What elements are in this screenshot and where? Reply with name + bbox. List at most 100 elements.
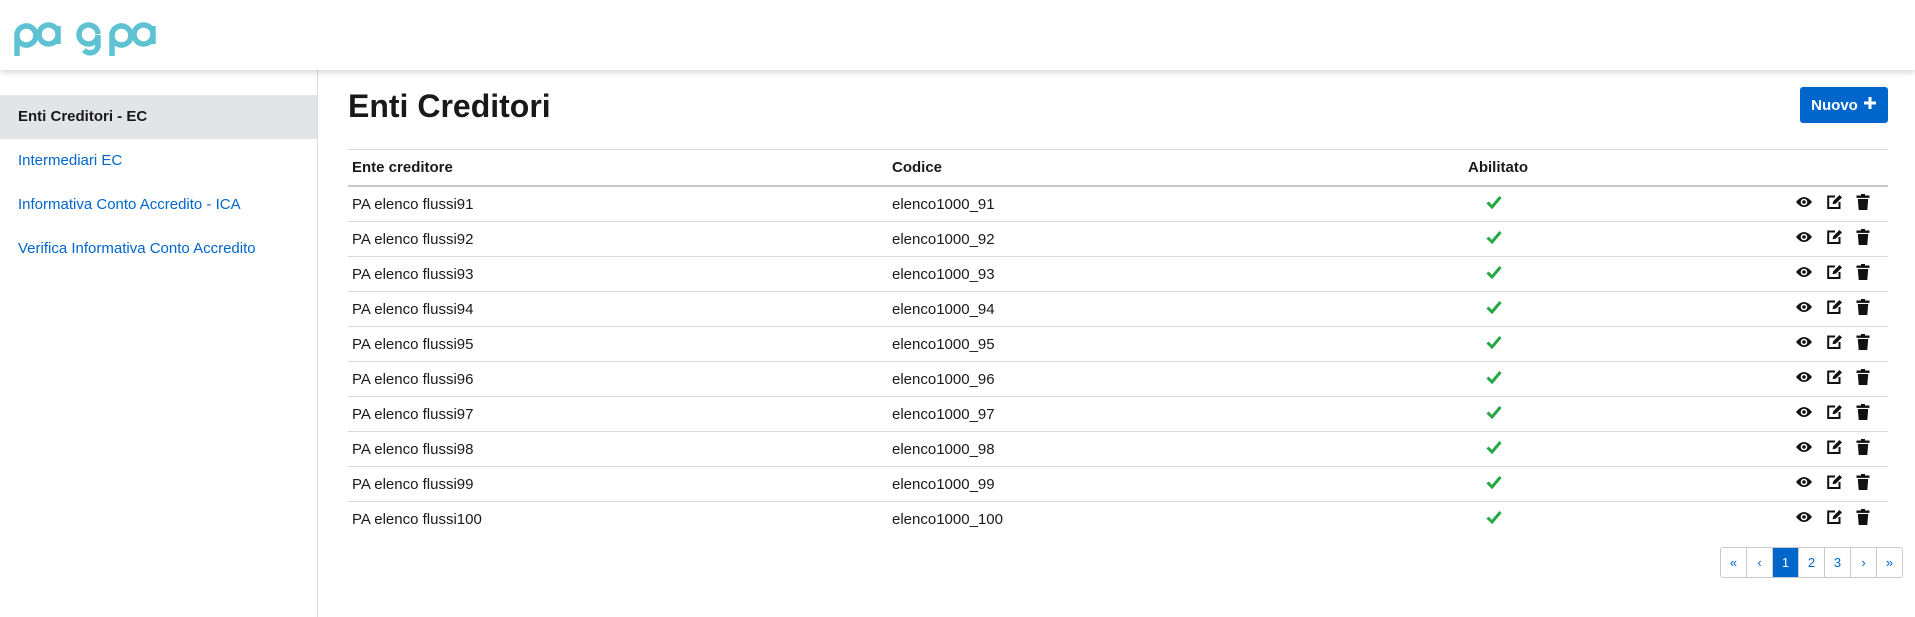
row-actions (1562, 466, 1888, 502)
edit-icon[interactable] (1826, 334, 1843, 354)
check-icon (1486, 476, 1502, 493)
trash-icon[interactable] (1856, 334, 1870, 354)
column-header-codice[interactable]: Codice (888, 149, 1468, 187)
ente-creditore-cell: PA elenco flussi98 (348, 431, 888, 467)
check-icon (1486, 511, 1502, 528)
page-first[interactable]: « (1721, 548, 1747, 577)
table-row: PA elenco flussi95 elenco1000_95 (348, 326, 1888, 362)
trash-icon[interactable] (1856, 474, 1870, 494)
eye-icon[interactable] (1795, 300, 1813, 318)
trash-icon[interactable] (1856, 229, 1870, 249)
pagination: «‹ 1 2 3 ›» (1720, 547, 1903, 578)
new-button[interactable]: Nuovo (1800, 87, 1888, 123)
table-row: PA elenco flussi99 elenco1000_99 (348, 466, 1888, 502)
abilitato-cell (1468, 256, 1562, 292)
trash-icon[interactable] (1856, 509, 1870, 529)
table-row: PA elenco flussi93 elenco1000_93 (348, 256, 1888, 292)
check-icon (1486, 371, 1502, 388)
column-header-abilitato[interactable]: Abilitato (1468, 149, 1562, 187)
abilitato-cell (1468, 186, 1562, 222)
page-last[interactable]: » (1877, 548, 1902, 577)
row-actions (1562, 256, 1888, 292)
check-icon (1486, 336, 1502, 353)
edit-icon[interactable] (1826, 404, 1843, 424)
eye-icon[interactable] (1795, 195, 1813, 213)
codice-cell: elenco1000_100 (892, 510, 1003, 528)
edit-icon[interactable] (1826, 194, 1843, 214)
row-actions (1562, 502, 1888, 537)
codice-cell: elenco1000_98 (888, 431, 1468, 467)
abilitato-cell (1468, 466, 1562, 502)
ente-creditore-cell: PA elenco flussi94 (348, 291, 888, 327)
table-row: PA elenco flussi91 elenco1000_91 (348, 186, 1888, 222)
ente-creditore-cell: PA elenco flussi92 (348, 221, 888, 257)
table-row: PA elenco flussi97 elenco1000_97 (348, 396, 1888, 432)
edit-icon[interactable] (1826, 474, 1843, 494)
abilitato-cell (1468, 291, 1562, 327)
codice-cell: elenco1000_99 (888, 466, 1468, 502)
trash-icon[interactable] (1856, 439, 1870, 459)
eye-icon[interactable] (1795, 335, 1813, 353)
edit-icon[interactable] (1826, 439, 1843, 459)
codice-cell: elenco1000_94 (888, 291, 1468, 327)
table-row: PA elenco flussi98 elenco1000_98 (348, 431, 1888, 467)
trash-icon[interactable] (1856, 299, 1870, 319)
page-1[interactable]: 1 (1773, 548, 1799, 577)
edit-icon[interactable] (1826, 264, 1843, 284)
eye-icon[interactable] (1795, 370, 1813, 388)
abilitato-cell (1468, 431, 1562, 467)
row-actions (1562, 186, 1888, 222)
sidebar-item-intermediari[interactable]: Intermediari EC (0, 139, 317, 183)
table-row: PA elenco flussi94 elenco1000_94 (348, 291, 1888, 327)
eye-icon[interactable] (1795, 230, 1813, 248)
trash-icon[interactable] (1856, 264, 1870, 284)
trash-icon[interactable] (1856, 404, 1870, 424)
eye-icon[interactable] (1795, 475, 1813, 493)
ente-creditore-cell: PA elenco flussi99 (348, 466, 888, 502)
table-row: PA elenco flussi96 elenco1000_96 (348, 361, 1888, 397)
row-actions (1562, 326, 1888, 362)
row-actions (1562, 221, 1888, 257)
page-2[interactable]: 2 (1799, 548, 1825, 577)
codice-cell: elenco1000_97 (888, 396, 1468, 432)
ente-creditore-cell: PA elenco flussi100 (352, 510, 482, 528)
new-button-label: Nuovo (1811, 96, 1858, 114)
abilitato-cell (1468, 326, 1562, 362)
column-header-ente-creditore[interactable]: Ente creditore (348, 149, 888, 187)
check-icon (1486, 196, 1502, 213)
check-icon (1486, 266, 1502, 283)
eye-icon[interactable] (1795, 265, 1813, 283)
trash-icon[interactable] (1856, 369, 1870, 389)
ente-creditore-cell: PA elenco flussi93 (348, 256, 888, 292)
page-title: Enti Creditori (348, 88, 551, 124)
page-next[interactable]: › (1851, 548, 1877, 577)
page-prev[interactable]: ‹ (1747, 548, 1773, 577)
codice-cell: elenco1000_93 (888, 256, 1468, 292)
abilitato-cell (1468, 361, 1562, 397)
trash-icon[interactable] (1856, 194, 1870, 214)
eye-icon[interactable] (1795, 405, 1813, 423)
eye-icon[interactable] (1795, 440, 1813, 458)
ente-creditore-cell: PA elenco flussi96 (348, 361, 888, 397)
codice-cell: elenco1000_95 (888, 326, 1468, 362)
sidebar-item-informativa-ica[interactable]: Informativa Conto Accredito - ICA (0, 183, 317, 227)
row-actions (1562, 431, 1888, 467)
edit-icon[interactable] (1826, 369, 1843, 389)
sidebar-item-enti-creditori[interactable]: Enti Creditori - EC (0, 95, 317, 139)
table-body: PA elenco flussi91 elenco1000_91 PA elenco… (348, 186, 1888, 536)
edit-icon[interactable] (1826, 509, 1843, 529)
row-actions (1562, 361, 1888, 397)
edit-icon[interactable] (1826, 299, 1843, 319)
table-header-row: Ente creditore Codice Abilitato (348, 149, 1888, 187)
pagopa-logo[interactable] (13, 10, 187, 63)
ente-creditore-cell: PA elenco flussi91 (348, 186, 888, 222)
sidebar-item-verifica-informativa[interactable]: Verifica Informativa Conto Accredito (0, 227, 317, 271)
row-actions (1562, 291, 1888, 327)
column-header-actions (1562, 149, 1888, 187)
ente-creditore-cell: PA elenco flussi95 (348, 326, 888, 362)
eye-icon[interactable] (1795, 510, 1813, 528)
edit-icon[interactable] (1826, 229, 1843, 249)
page-3[interactable]: 3 (1825, 548, 1851, 577)
ente-creditore-cell: PA elenco flussi97 (348, 396, 888, 432)
top-header (0, 0, 1915, 70)
